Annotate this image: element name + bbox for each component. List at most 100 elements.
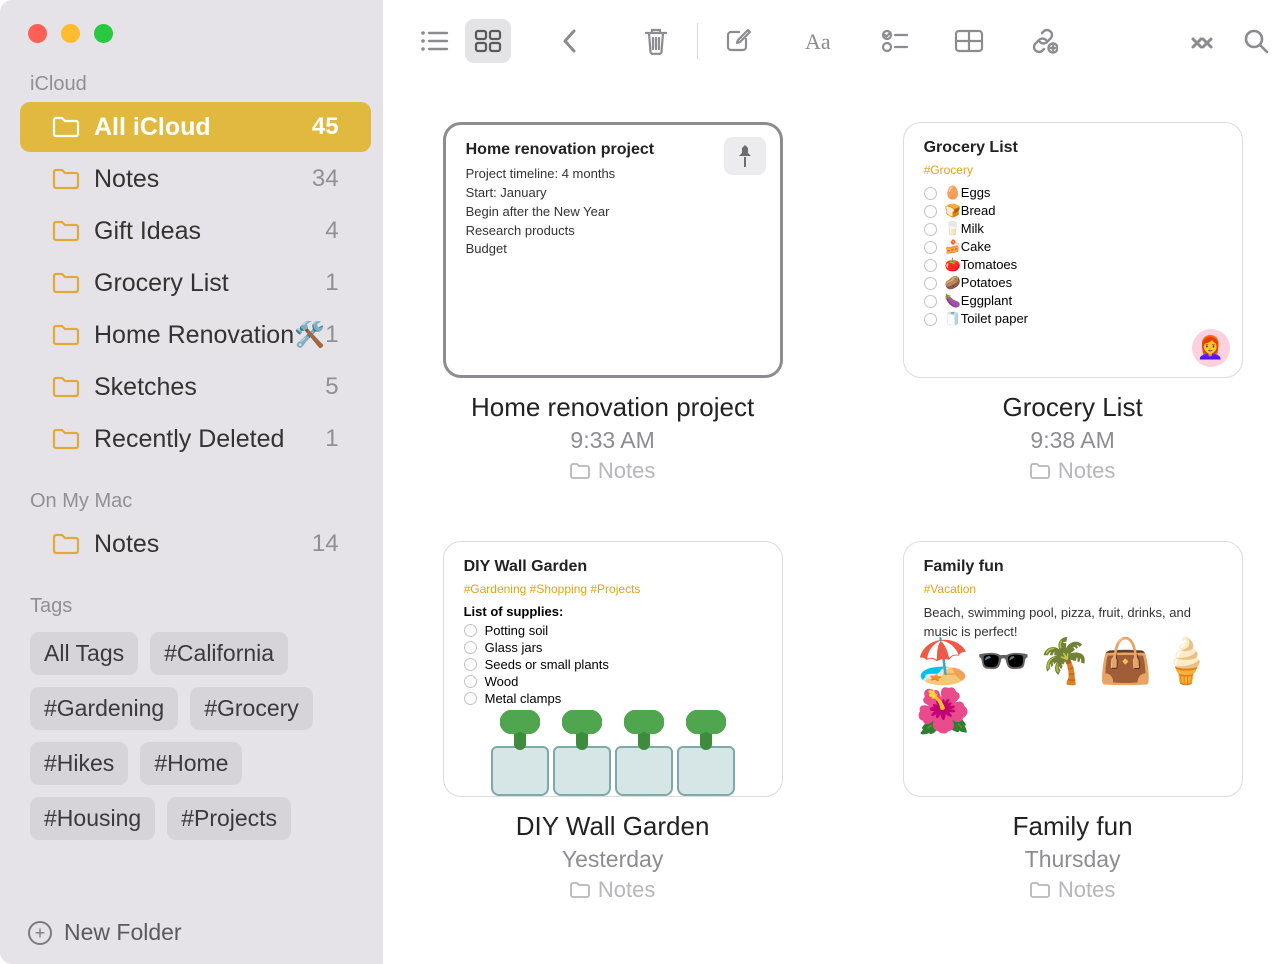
- todo-circle-icon: [464, 624, 477, 637]
- table-button[interactable]: [946, 19, 992, 63]
- folder-label: Grocery List: [94, 269, 325, 298]
- tag-chip[interactable]: #Grocery: [190, 687, 313, 730]
- folder-count: 1: [325, 425, 338, 453]
- link-button[interactable]: [1020, 19, 1066, 63]
- todo-circle-icon: [924, 277, 937, 290]
- note-card-title: Family fun: [924, 558, 1222, 576]
- folder-item[interactable]: Recently Deleted1: [20, 414, 371, 464]
- folder-item[interactable]: Grocery List1: [20, 258, 371, 308]
- note-time: 9:38 AM: [1030, 427, 1114, 454]
- folder-label: Recently Deleted: [94, 425, 325, 454]
- back-button[interactable]: [547, 19, 593, 63]
- shared-avatar: 👩‍🦰: [1192, 329, 1230, 367]
- folder-label: All iCloud: [94, 113, 312, 142]
- tag-chip[interactable]: #Home: [140, 742, 242, 785]
- sticker-image: 🏖️🕶️🌴👜🍦🌺: [916, 640, 1230, 790]
- folder-item[interactable]: Home Renovation🛠️1: [20, 310, 371, 360]
- todo-circle-icon: [464, 675, 477, 688]
- note-folder: Notes: [570, 458, 655, 484]
- folder-count: 1: [325, 321, 338, 349]
- note-card-tags: #Vacation: [924, 582, 1222, 596]
- folder-item[interactable]: All iCloud45: [20, 102, 371, 152]
- note-time: 9:33 AM: [570, 427, 654, 454]
- folder-label: Sketches: [94, 373, 325, 402]
- plant-image: [444, 712, 782, 796]
- folder-item[interactable]: Notes14: [20, 519, 371, 569]
- tag-chip[interactable]: #Projects: [167, 797, 291, 840]
- section-header-tags: Tags: [0, 589, 383, 624]
- window-controls: [0, 24, 383, 67]
- folder-icon: [52, 168, 80, 190]
- note-card-title: Grocery List: [924, 139, 1222, 157]
- tag-chip[interactable]: #Hikes: [30, 742, 128, 785]
- pin-button[interactable]: [724, 137, 766, 175]
- folder-label: Gift Ideas: [94, 217, 325, 246]
- todo-item: 🥚Eggs: [924, 185, 1222, 201]
- tag-chip[interactable]: All Tags: [30, 632, 138, 675]
- todo-item: 🍆Eggplant: [924, 293, 1222, 309]
- note-card[interactable]: Home renovation projectProject timeline:…: [443, 122, 783, 378]
- fullscreen-window-button[interactable]: [94, 24, 113, 43]
- folder-item[interactable]: Sketches5: [20, 362, 371, 412]
- tag-chip[interactable]: #California: [150, 632, 288, 675]
- todo-item: 🍞Bread: [924, 203, 1222, 219]
- sidebar: iCloud All iCloud45Notes34Gift Ideas4Gro…: [0, 0, 383, 964]
- folder-icon: [52, 272, 80, 294]
- folder-item[interactable]: Notes34: [20, 154, 371, 204]
- todo-circle-icon: [924, 241, 937, 254]
- todo-circle-icon: [464, 692, 477, 705]
- todo-circle-icon: [924, 295, 937, 308]
- new-folder-button[interactable]: + New Folder: [0, 905, 383, 964]
- todo-item: Seeds or small plants: [464, 657, 762, 672]
- delete-button[interactable]: [633, 19, 679, 63]
- folder-item[interactable]: Gift Ideas4: [20, 206, 371, 256]
- note-card[interactable]: DIY Wall Garden #Gardening #Shopping #Pro…: [443, 541, 783, 797]
- todo-circle-icon: [924, 259, 937, 272]
- folder-count: 34: [312, 165, 339, 193]
- todo-circle-icon: [924, 205, 937, 218]
- note-card[interactable]: Grocery List#Grocery🥚Eggs🍞Bread🥛Milk🍰Cak…: [903, 122, 1243, 378]
- folder-icon: [52, 376, 80, 398]
- minimize-window-button[interactable]: [61, 24, 80, 43]
- note-card-title: DIY Wall Garden: [464, 558, 762, 576]
- note-folder: Notes: [570, 877, 655, 903]
- note-folder: Notes: [1030, 877, 1115, 903]
- note-time: Thursday: [1025, 846, 1121, 873]
- folder-label: Notes: [94, 165, 312, 194]
- gallery-view-button[interactable]: [465, 19, 511, 63]
- more-button[interactable]: [1179, 19, 1225, 63]
- folder-icon: [1030, 463, 1050, 479]
- folder-icon: [570, 882, 590, 898]
- todo-item: Potting soil: [464, 623, 762, 638]
- checklist-button[interactable]: [872, 19, 918, 63]
- section-header-icloud: iCloud: [0, 67, 383, 102]
- note-card[interactable]: Family fun#VacationBeach, swimming pool,…: [903, 541, 1243, 797]
- tags-area: All Tags #California #Gardening #Grocery #Hi…: [0, 624, 383, 840]
- note-cell: Home renovation projectProject timeline:…: [443, 122, 783, 505]
- note-time: Yesterday: [562, 846, 663, 873]
- notes-gallery: Home renovation projectProject timeline:…: [383, 82, 1280, 964]
- todo-item: 🥛Milk: [924, 221, 1222, 237]
- format-button[interactable]: Aa: [798, 19, 844, 63]
- tag-chip[interactable]: #Housing: [30, 797, 155, 840]
- search-button[interactable]: [1233, 19, 1279, 63]
- compose-button[interactable]: [716, 19, 762, 63]
- todo-list: Potting soil Glass jars Seeds or small pla…: [464, 623, 762, 706]
- note-cell: Family fun#VacationBeach, swimming pool,…: [903, 541, 1243, 924]
- folder-count: 4: [325, 217, 338, 245]
- note-cell: Grocery List#Grocery🥚Eggs🍞Bread🥛Milk🍰Cak…: [903, 122, 1243, 505]
- note-title: Home renovation project: [471, 392, 754, 423]
- list-view-button[interactable]: [411, 19, 457, 63]
- todo-item: Glass jars: [464, 640, 762, 655]
- folder-icon: [52, 533, 80, 555]
- note-card-title: Home renovation project: [466, 141, 760, 159]
- tag-chip[interactable]: #Gardening: [30, 687, 178, 730]
- note-card-tags: #Grocery: [924, 163, 1222, 177]
- note-card-tags: #Gardening #Shopping #Projects: [464, 582, 762, 596]
- close-window-button[interactable]: [28, 24, 47, 43]
- todo-item: Wood: [464, 674, 762, 689]
- note-title: Family fun: [1013, 811, 1133, 842]
- note-title: DIY Wall Garden: [516, 811, 710, 842]
- todo-item: 🥔Potatoes: [924, 275, 1222, 291]
- main-area: Aa Home renovation projectProject timeli…: [383, 0, 1280, 964]
